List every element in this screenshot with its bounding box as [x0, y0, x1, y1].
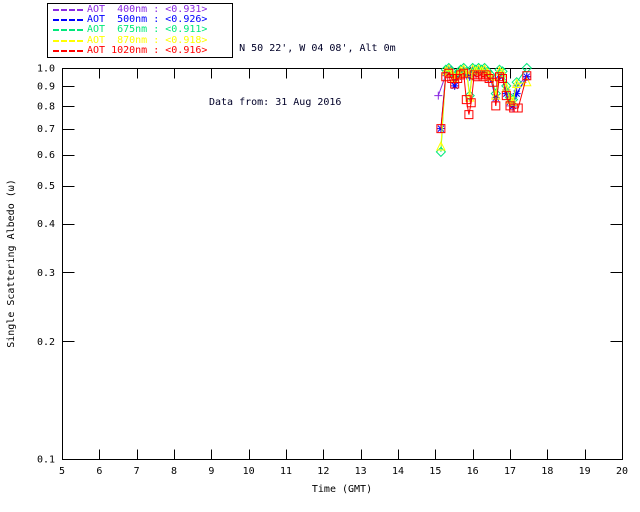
svg-text:0.3: 0.3 — [37, 268, 55, 279]
svg-text:18: 18 — [541, 466, 553, 477]
svg-text:20: 20 — [616, 466, 628, 477]
legend-dash-line — [53, 29, 83, 32]
svg-text:0.2: 0.2 — [37, 337, 55, 348]
legend-item-aot1020nm: AOT 1020nm : <0.916> — [52, 44, 230, 56]
svg-text:17: 17 — [504, 466, 516, 477]
svg-text:15: 15 — [429, 466, 441, 477]
legend-item-label: AOT 675nm : <0.911> — [87, 24, 208, 36]
x-axis-title: Time (GMT) — [312, 484, 372, 495]
svg-text:0.6: 0.6 — [37, 150, 55, 161]
svg-text:6: 6 — [96, 466, 102, 477]
svg-text:0.9: 0.9 — [37, 81, 55, 92]
plot-header: PML, N 50 22', W 04 08', Alt 0m Data fro… — [209, 4, 396, 148]
svg-text:0.1: 0.1 — [37, 455, 55, 466]
svg-text:12: 12 — [317, 466, 329, 477]
svg-text:10: 10 — [243, 466, 255, 477]
svg-text:0.7: 0.7 — [37, 124, 55, 135]
svg-text:0.4: 0.4 — [37, 219, 55, 230]
legend-item-label: AOT 1020nm : <0.916> — [87, 44, 208, 56]
svg-text:19: 19 — [579, 466, 591, 477]
svg-text:14: 14 — [392, 466, 404, 477]
legend-dash-line — [53, 39, 83, 42]
svg-text:5: 5 — [59, 466, 65, 477]
svg-text:0.8: 0.8 — [37, 101, 55, 112]
svg-text:16: 16 — [467, 466, 479, 477]
y-axis-title: Single Scattering Albedo (ω) — [6, 179, 17, 348]
plot-window: PML, N 50 22', W 04 08', Alt 0m Data fro… — [0, 0, 640, 512]
svg-text:1.0: 1.0 — [37, 64, 55, 75]
legend-dash-line — [53, 9, 83, 12]
data-date-text: Data from: 31 Aug 2016 — [209, 97, 342, 108]
legend-dash-line — [53, 19, 83, 22]
legend-box: AOT 400nm : <0.931> AOT 500nm : <0.926> AO… — [47, 3, 233, 58]
svg-text:8: 8 — [171, 466, 177, 477]
svg-text:0.5: 0.5 — [37, 181, 55, 192]
svg-text:7: 7 — [134, 466, 140, 477]
svg-text:13: 13 — [355, 466, 367, 477]
site-location-text: PML, N 50 22', W 04 08', Alt 0m — [209, 43, 396, 54]
legend-dash-line — [53, 49, 83, 52]
svg-text:11: 11 — [280, 466, 292, 477]
legend-item-aot675nm: AOT 675nm : <0.911> — [52, 25, 230, 35]
svg-text:9: 9 — [208, 466, 214, 477]
